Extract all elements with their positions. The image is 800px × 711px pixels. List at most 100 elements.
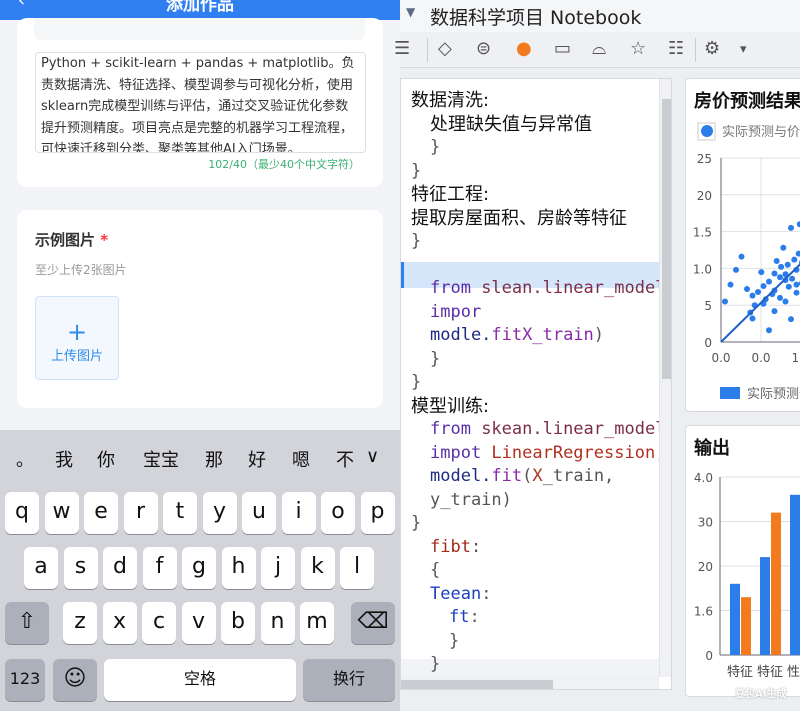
key-t[interactable]: t: [163, 492, 197, 534]
key-g[interactable]: g: [182, 547, 216, 589]
upload-image-button[interactable]: + 上传图片: [35, 296, 119, 380]
vertical-scrollbar[interactable]: [659, 79, 671, 677]
dropdown-icon[interactable]: ▾: [740, 42, 747, 57]
key-k[interactable]: k: [300, 547, 335, 589]
scatter-point: [795, 250, 800, 257]
key-x[interactable]: x: [102, 602, 137, 644]
key-h[interactable]: h: [221, 547, 256, 589]
key-q[interactable]: q: [5, 492, 39, 534]
tag-icon[interactable]: ◇: [438, 38, 452, 59]
window-icon[interactable]: ▭: [554, 38, 571, 59]
key-z[interactable]: z: [63, 602, 97, 644]
code-token: }: [411, 513, 422, 533]
code-line: }: [449, 630, 459, 653]
char-count: 102/40（最少40个中文字符）: [208, 158, 360, 171]
y-tick-label: 25: [697, 152, 712, 166]
code-line: {: [430, 559, 440, 582]
notebook-window: ▼ 数据科学项目 Notebook ☰ ◇ ⊜ ● ▭ ⌓ ☆ ☷ ⚙ ▾ 数据清洗: 处理缺失值与…: [394, 0, 800, 711]
candidate-word[interactable]: 不: [336, 446, 354, 472]
gear-icon[interactable]: ⚙: [704, 38, 720, 59]
candidate-word[interactable]: 嗯: [292, 446, 310, 472]
return-key[interactable]: 换行: [303, 659, 395, 701]
cloud-icon[interactable]: ⌓: [592, 38, 606, 59]
key-b[interactable]: b: [221, 602, 255, 644]
key-l[interactable]: l: [340, 547, 374, 589]
code-line: ft:: [449, 606, 480, 629]
code-token: }: [411, 372, 422, 392]
key-r[interactable]: r: [123, 492, 158, 534]
key-s[interactable]: s: [63, 547, 98, 589]
bar-chart: 01.620304.0特征特征性生: [694, 471, 800, 680]
code-line: model.fit(X_train,: [430, 465, 614, 488]
scatter-point: [788, 224, 794, 231]
key-j[interactable]: j: [261, 547, 295, 589]
collapse-candidates-icon[interactable]: ∨: [366, 446, 379, 467]
watermark: 豆包AI生成: [735, 689, 787, 700]
code-line: impor: [430, 301, 481, 324]
scatter-point: [771, 270, 778, 277]
candidate-word[interactable]: 宝宝: [143, 446, 179, 472]
scatter-point: [791, 256, 798, 263]
legend-marker: [701, 125, 713, 137]
y-tick-label: 1.6: [694, 605, 713, 619]
key-a[interactable]: a: [24, 547, 58, 589]
code-token: }: [430, 348, 441, 369]
key-y[interactable]: y: [202, 492, 237, 534]
key-n[interactable]: n: [260, 602, 295, 644]
code-token: 处理缺失值与异常值: [430, 113, 592, 135]
candidate-word[interactable]: 那: [205, 446, 223, 472]
shift-key[interactable]: ⇧: [5, 602, 49, 644]
collapse-icon[interactable]: ▼: [406, 5, 415, 19]
scatter-point: [766, 278, 772, 285]
scatter-point: [749, 292, 756, 299]
key-p[interactable]: p: [360, 492, 395, 534]
scroll-thumb[interactable]: [401, 680, 553, 689]
y-tick-label: 0: [704, 336, 712, 350]
numbers-key[interactable]: 123: [5, 659, 45, 701]
key-v[interactable]: v: [181, 602, 216, 644]
space-key[interactable]: 空格: [104, 659, 296, 701]
bar-orange: [771, 512, 781, 655]
key-m[interactable]: m: [300, 602, 334, 644]
scatter-point: [771, 308, 778, 315]
user-icon[interactable]: ●: [516, 38, 532, 59]
scatter-point: [788, 316, 794, 323]
candidate-word[interactable]: 你: [97, 446, 115, 472]
images-label: 示例图片 *: [35, 229, 108, 250]
code-line: }: [430, 348, 440, 371]
key-i[interactable]: i: [281, 492, 316, 534]
key-f[interactable]: f: [142, 547, 177, 589]
scroll-thumb[interactable]: [662, 99, 671, 379]
scatter-point: [733, 266, 739, 273]
scatter-point: [784, 261, 791, 268]
x-category-label: 性生: [787, 665, 800, 680]
star-icon[interactable]: ☆: [630, 38, 646, 59]
candidate-word[interactable]: 。: [16, 446, 34, 472]
code-token: 提取房屋面积、房龄等特征: [411, 207, 627, 229]
y-tick-label: 20: [697, 189, 712, 203]
key-w[interactable]: w: [44, 492, 79, 534]
key-e[interactable]: e: [84, 492, 118, 534]
code-token: }: [449, 630, 460, 651]
emoji-key[interactable]: ☺: [53, 659, 97, 701]
scatter-point: [744, 286, 750, 293]
key-d[interactable]: d: [103, 547, 137, 589]
notes-icon[interactable]: ☷: [668, 38, 684, 59]
scatter-point: [777, 294, 783, 301]
toolbar: ☰ ◇ ⊜ ● ▭ ⌓ ☆ ☷ ⚙ ▾: [394, 32, 800, 68]
key-u[interactable]: u: [242, 492, 276, 534]
list-icon[interactable]: ☰: [394, 38, 410, 59]
scatter-point: [749, 315, 756, 322]
code-token: }: [411, 160, 422, 181]
description-textarea[interactable]: Python + scikit-learn + pandas + matplot…: [35, 52, 366, 153]
key-o[interactable]: o: [321, 492, 355, 534]
horizontal-scrollbar[interactable]: [401, 677, 659, 689]
candidate-word[interactable]: 好: [248, 446, 266, 472]
comment-icon[interactable]: ⊜: [476, 38, 491, 59]
y-tick-label: 30: [698, 516, 713, 530]
delete-key[interactable]: ⌫: [351, 602, 395, 644]
code-line: }: [411, 512, 421, 535]
key-c[interactable]: c: [142, 602, 176, 644]
candidate-word[interactable]: 我: [55, 446, 73, 472]
code-editor[interactable]: 数据清洗: 处理缺失值与异常值}} 特征工程: 提取房屋面积、房龄等特征} from s…: [400, 78, 672, 690]
